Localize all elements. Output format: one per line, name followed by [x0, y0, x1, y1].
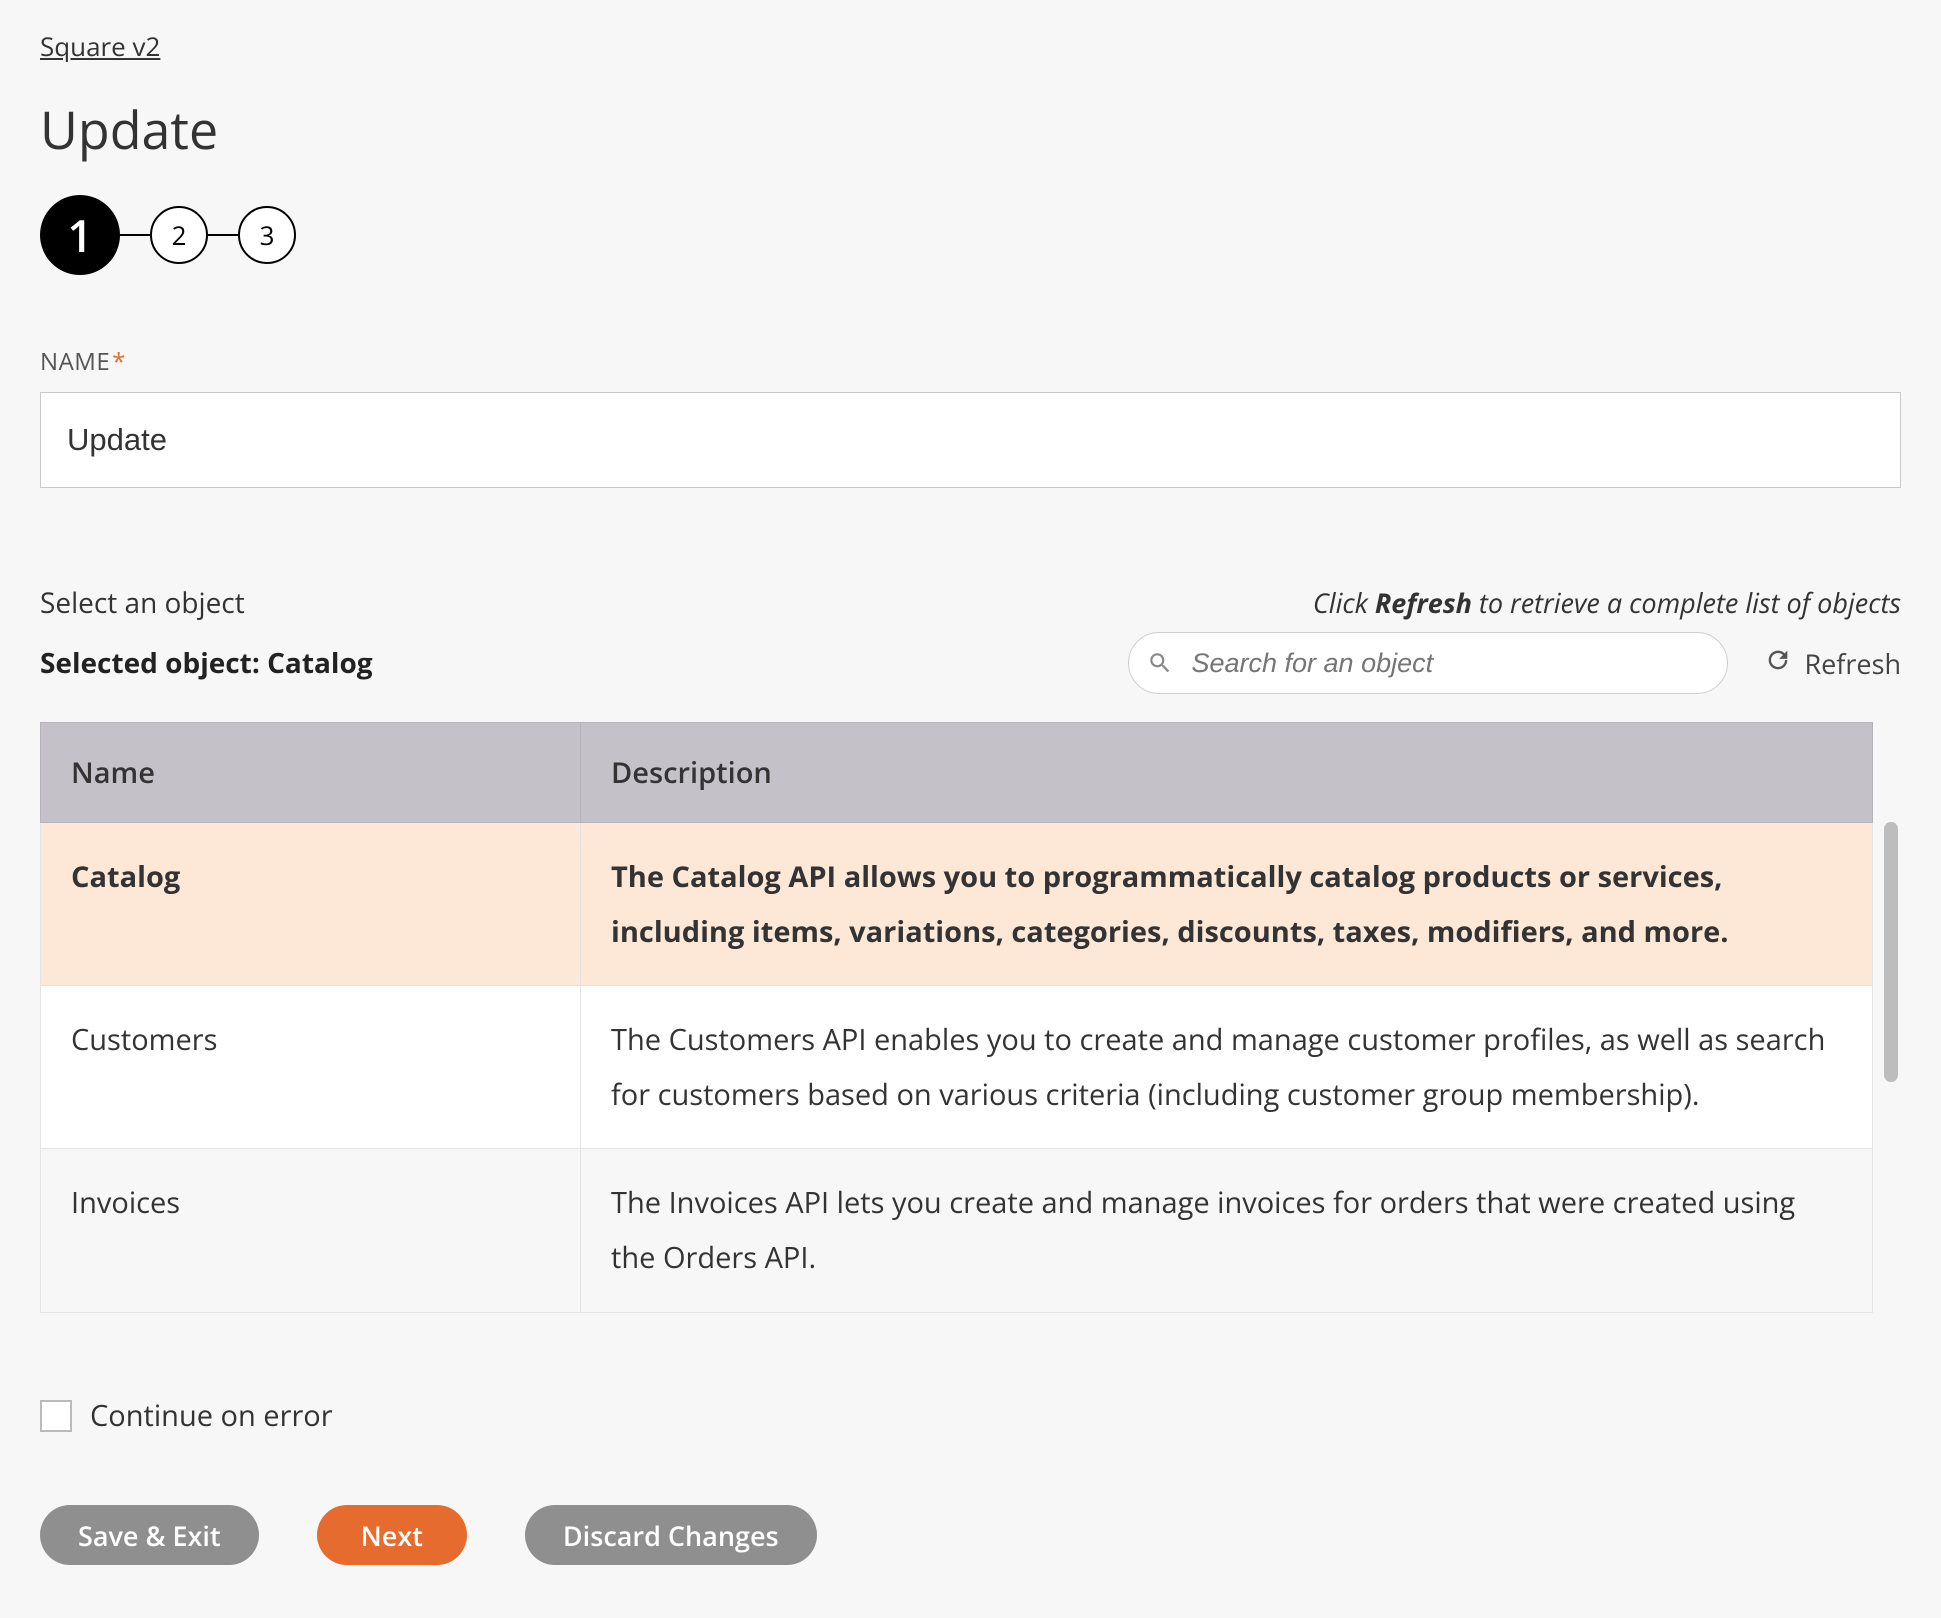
object-table-container: Name Description Catalog The Catalog API…: [40, 722, 1901, 1326]
selected-object-label: Selected object: Catalog: [40, 644, 373, 682]
refresh-button[interactable]: Refresh: [1764, 645, 1901, 682]
discard-button[interactable]: Discard Changes: [525, 1505, 817, 1565]
table-row[interactable]: Catalog The Catalog API allows you to pr…: [41, 823, 1873, 986]
next-button[interactable]: Next: [317, 1505, 467, 1565]
selected-object-prefix: Selected object:: [40, 644, 267, 682]
table-row[interactable]: Customers The Customers API enables you …: [41, 986, 1873, 1149]
cell-name: Catalog: [41, 823, 581, 986]
object-table: Name Description Catalog The Catalog API…: [40, 722, 1873, 1313]
search-icon: [1147, 650, 1173, 676]
step-2[interactable]: 2: [150, 206, 208, 264]
name-label-text: NAME: [40, 345, 110, 378]
stepper-line: [120, 234, 150, 237]
page-title: Update: [40, 94, 1901, 165]
scroll-thumb[interactable]: [1884, 822, 1898, 1082]
column-header-description[interactable]: Description: [581, 723, 1873, 823]
stepper: 1 2 3: [40, 195, 1901, 275]
table-row[interactable]: Invoices The Invoices API lets you creat…: [41, 1149, 1873, 1312]
name-input[interactable]: [40, 392, 1901, 488]
cell-name: Customers: [41, 986, 581, 1149]
name-field-label: NAME*: [40, 345, 1901, 378]
cell-description: The Catalog API allows you to programmat…: [581, 823, 1873, 986]
stepper-line: [208, 234, 238, 237]
save-exit-button[interactable]: Save & Exit: [40, 1505, 259, 1565]
breadcrumb-link[interactable]: Square v2: [40, 28, 160, 64]
step-1[interactable]: 1: [40, 195, 120, 275]
cell-description: The Invoices API lets you create and man…: [581, 1149, 1873, 1312]
cell-name: Invoices: [41, 1149, 581, 1312]
search-input[interactable]: [1173, 647, 1709, 680]
hint-suffix: to retrieve a complete list of objects: [1472, 584, 1901, 621]
refresh-icon: [1764, 645, 1792, 682]
continue-on-error-checkbox[interactable]: [40, 1400, 72, 1432]
table-scrollbar[interactable]: [1881, 722, 1901, 1326]
cell-description: The Customers API enables you to create …: [581, 986, 1873, 1149]
refresh-hint: Click Refresh to retrieve a complete lis…: [1313, 584, 1901, 621]
required-asterisk: *: [112, 345, 126, 378]
refresh-label: Refresh: [1804, 645, 1901, 682]
continue-on-error-label: Continue on error: [90, 1396, 333, 1435]
column-header-name[interactable]: Name: [41, 723, 581, 823]
hint-bold: Refresh: [1375, 584, 1472, 621]
step-3[interactable]: 3: [238, 206, 296, 264]
search-field[interactable]: [1128, 632, 1728, 694]
hint-prefix: Click: [1313, 584, 1375, 621]
select-object-label: Select an object: [40, 584, 245, 622]
selected-object-value: Catalog: [267, 644, 373, 682]
